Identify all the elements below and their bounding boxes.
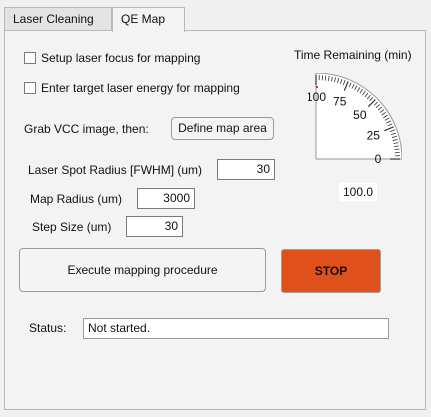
spot-radius-label: Laser Spot Radius [FWHM] (um)	[28, 163, 203, 177]
gauge-tick-label: 25	[367, 128, 381, 142]
gauge-tick-label: 75	[333, 95, 347, 109]
tab-qe-map[interactable]: QE Map	[112, 7, 185, 32]
status-label: Status:	[29, 321, 67, 335]
map-radius-input[interactable]: 3000	[137, 188, 195, 209]
define-map-area-button[interactable]: Define map area	[171, 117, 274, 140]
tab-label: QE Map	[121, 12, 166, 26]
gauge-title: Time Remaining (min)	[294, 48, 412, 62]
app-window: Laser Cleaning QE Map Setup laser focus …	[0, 0, 431, 417]
stop-button[interactable]: STOP	[281, 249, 381, 293]
time-remaining-gauge: 0 2550 75 100	[308, 73, 402, 166]
execute-mapping-button[interactable]: Execute mapping procedure	[19, 248, 266, 292]
spot-radius-input[interactable]: 30	[217, 159, 275, 180]
gauge-tick-label: 100	[308, 90, 326, 104]
gauge-readout: 100.0	[339, 183, 377, 201]
gauge-tick-label: 50	[353, 108, 367, 122]
step-size-label: Step Size (um)	[32, 220, 112, 234]
setup-focus-label: Setup laser focus for mapping	[41, 51, 201, 65]
grab-vcc-label: Grab VCC image, then:	[24, 122, 149, 136]
step-size-input[interactable]: 30	[126, 216, 183, 237]
gauge-tick-label: 0	[375, 152, 382, 166]
qe-map-panel: Setup laser focus for mapping Enter targ…	[4, 30, 426, 410]
map-radius-label: Map Radius (um)	[30, 192, 123, 206]
setup-focus-checkbox[interactable]	[24, 52, 36, 64]
tab-laser-cleaning[interactable]: Laser Cleaning	[4, 7, 112, 30]
target-energy-checkbox[interactable]	[24, 82, 36, 94]
tab-label: Laser Cleaning	[13, 12, 94, 26]
gauge-body: 0 2550 75 100	[308, 73, 402, 166]
status-field: Not started.	[83, 318, 389, 339]
target-energy-label: Enter target laser energy for mapping	[41, 81, 240, 95]
